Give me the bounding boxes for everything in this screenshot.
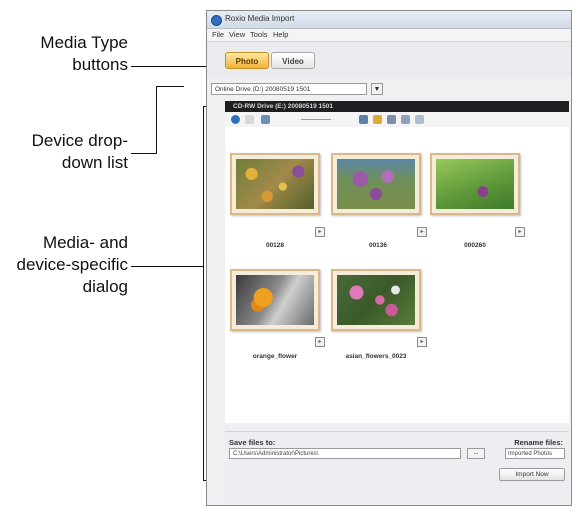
- rotate-icon[interactable]: [261, 115, 270, 124]
- callout-dialog: Media- and device-specific dialog: [6, 232, 129, 298]
- save-path-input[interactable]: C:\Users\Administrator\Pictures\: [229, 448, 461, 459]
- callout-device-dropdown: Device drop- down list: [6, 130, 128, 174]
- callout-device-line2: down list: [61, 153, 128, 172]
- thumbnail-checkbox[interactable]: ▸: [417, 337, 427, 347]
- menu-view[interactable]: View: [229, 30, 245, 39]
- video-tab-button[interactable]: Video: [271, 52, 315, 69]
- callout-media-type-line1: Media Type: [40, 33, 128, 52]
- chevron-down-icon[interactable]: ▼: [371, 83, 383, 95]
- select-all-icon[interactable]: [231, 115, 240, 124]
- photo-tab-button[interactable]: Photo: [225, 52, 269, 69]
- thumbnail-caption: orange_flower: [252, 353, 298, 360]
- window-title: Roxio Media Import: [225, 14, 295, 23]
- grid-view-icon[interactable]: [387, 115, 396, 124]
- thumbnail-checkbox[interactable]: ▸: [515, 227, 525, 237]
- callout-dialog-line3: dialog: [82, 277, 128, 296]
- callout-device-leader-v: [156, 86, 157, 154]
- thumbnail-image[interactable]: [331, 269, 421, 331]
- callout-dialog-line2: device-specific: [16, 255, 129, 274]
- thumbnail-checkbox[interactable]: ▸: [315, 227, 325, 237]
- menu-file[interactable]: File: [212, 30, 224, 39]
- thumbnail-image[interactable]: [430, 153, 520, 215]
- device-row: Online Drive (D:) 20080519 1501 ▼: [211, 83, 571, 97]
- save-panel: Save files to: C:\Users\Administrator\Pi…: [225, 431, 569, 505]
- zoom-slider[interactable]: [301, 119, 331, 120]
- thumbnail-caption: asian_flowers_0023: [345, 353, 407, 360]
- title-bar: Roxio Media Import: [207, 11, 571, 29]
- thumbnail-checkbox[interactable]: ▸: [417, 227, 427, 237]
- callout-device-line1: Device drop-: [31, 131, 128, 150]
- menu-tools[interactable]: Tools: [250, 30, 268, 39]
- menu-help[interactable]: Help: [273, 30, 288, 39]
- callout-dialog-bracket-v: [203, 106, 204, 480]
- thumbnail-checkbox[interactable]: ▸: [315, 337, 325, 347]
- close-icon[interactable]: [245, 115, 254, 124]
- callout-media-type: Media Type buttons: [6, 32, 128, 76]
- thumbnail-caption: 000260: [464, 242, 486, 249]
- rename-files-label: Rename files:: [514, 438, 563, 447]
- menu-bar: File View Tools Help: [207, 29, 571, 42]
- media-import-window: Roxio Media Import File View Tools Help …: [206, 10, 572, 506]
- thumbnail-image[interactable]: [230, 269, 320, 331]
- save-files-label: Save files to:: [229, 438, 276, 447]
- list-view-icon[interactable]: [401, 115, 410, 124]
- rename-input[interactable]: Imported Photos: [505, 448, 565, 459]
- thumbnail-toolbar: [225, 112, 569, 128]
- zoom-in-icon[interactable]: [359, 115, 368, 124]
- thumbnail-pane: ▸ 00128 ▸ 00136 ▸ 000260 ▸ orange_flower…: [225, 127, 569, 423]
- callout-dialog-leader-h: [131, 266, 204, 267]
- media-type-bar: Photo Video: [207, 42, 571, 77]
- device-dropdown[interactable]: Online Drive (D:) 20080519 1501: [211, 83, 367, 95]
- callout-device-leader-h: [131, 153, 157, 154]
- thumbnail-caption: 00136: [368, 242, 388, 249]
- device-header-bar: CD-RW Drive (E:) 20080519 1501: [225, 101, 569, 112]
- callout-media-type-line2: buttons: [72, 55, 128, 74]
- callout-dialog-line1: Media- and: [42, 233, 128, 252]
- callout-device-leader-top: [156, 86, 184, 87]
- edit-icon[interactable]: [373, 115, 382, 124]
- thumbnail-image[interactable]: [230, 153, 320, 215]
- browse-button[interactable]: ...: [467, 448, 485, 459]
- detail-view-icon[interactable]: [415, 115, 424, 124]
- thumbnail-caption: 00128: [265, 242, 285, 249]
- app-icon: [211, 15, 222, 26]
- import-now-button[interactable]: Import Now: [499, 468, 565, 481]
- thumbnail-image[interactable]: [331, 153, 421, 215]
